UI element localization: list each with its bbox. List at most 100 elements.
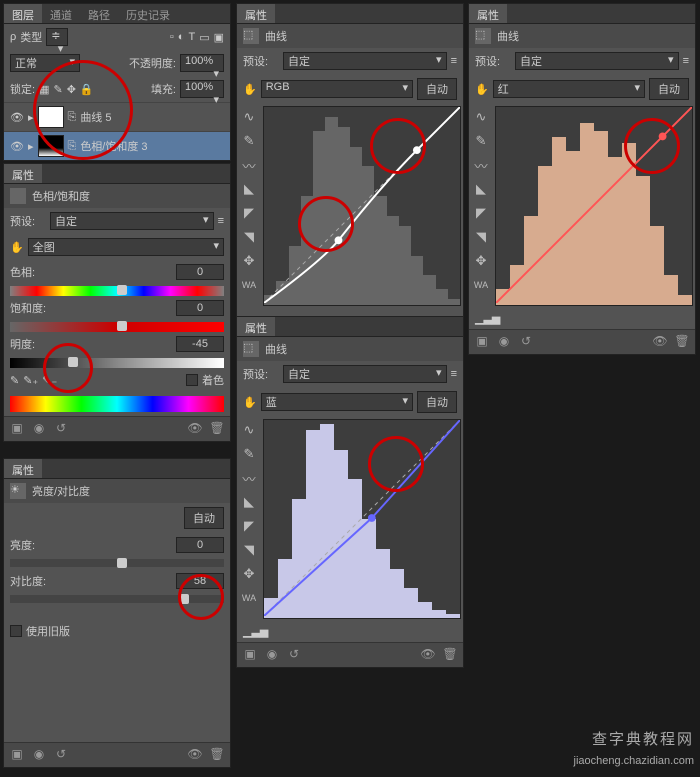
link-icon[interactable]: ⎘ bbox=[68, 111, 77, 124]
auto-button[interactable]: 自动 bbox=[649, 78, 689, 100]
kind-select[interactable]: ≑ bbox=[46, 28, 68, 46]
eyedrop-gray-icon[interactable]: ◤ bbox=[240, 204, 258, 222]
delete-icon[interactable]: 🗑 bbox=[208, 421, 226, 437]
preset-select[interactable]: 自定 bbox=[50, 212, 214, 230]
menu-icon[interactable]: ≡ bbox=[451, 55, 457, 67]
reset-icon[interactable]: ↺ bbox=[517, 334, 535, 350]
layer-curves[interactable]: 👁 ▸ ⎘ 曲线 5 bbox=[4, 102, 230, 131]
tab-paths[interactable]: 路径 bbox=[80, 4, 118, 23]
pencil-tool-icon[interactable]: ✎ bbox=[472, 132, 490, 150]
reset-icon[interactable]: ↺ bbox=[52, 421, 70, 437]
hand-icon[interactable]: ✋ bbox=[243, 396, 257, 409]
sat-slider-thumb[interactable] bbox=[117, 321, 127, 331]
channel-select[interactable]: 蓝 bbox=[261, 393, 413, 411]
tab-layers[interactable]: 图层 bbox=[4, 4, 42, 23]
point-tool-icon[interactable]: ∿ bbox=[240, 108, 258, 126]
pencil-tool-icon[interactable]: ✎ bbox=[240, 445, 258, 463]
prev-icon[interactable]: ◉ bbox=[495, 334, 513, 350]
tab-properties[interactable]: 属性 bbox=[469, 4, 507, 23]
curve-canvas-rgb[interactable] bbox=[263, 106, 461, 306]
link-icon[interactable]: ⎘ bbox=[68, 140, 77, 153]
curve-canvas-blue[interactable] bbox=[263, 419, 461, 619]
wa-icon[interactable]: WA bbox=[240, 276, 258, 294]
lock-all-icon[interactable]: 🔒 bbox=[80, 83, 94, 96]
hand-icon[interactable]: ✋ bbox=[243, 83, 257, 96]
point-tool-icon[interactable]: ∿ bbox=[472, 108, 490, 126]
tab-properties[interactable]: 属性 bbox=[237, 4, 275, 23]
edit-points-icon[interactable]: ✥ bbox=[240, 252, 258, 270]
clip-icon[interactable]: ▣ bbox=[473, 334, 491, 350]
blend-mode-select[interactable]: 正常 bbox=[10, 54, 80, 72]
eyedrop-black-icon[interactable]: ◣ bbox=[240, 180, 258, 198]
auto-button[interactable]: 自动 bbox=[417, 391, 457, 413]
sat-input[interactable] bbox=[176, 300, 224, 316]
prev-icon[interactable]: ◉ bbox=[263, 647, 281, 663]
menu-icon[interactable]: ≡ bbox=[451, 368, 457, 380]
wa-icon[interactable]: WA bbox=[240, 589, 258, 607]
visible-icon[interactable]: 👁 bbox=[186, 421, 204, 437]
delete-icon[interactable]: 🗑 bbox=[441, 647, 459, 663]
filter-shape-icon[interactable]: ▭ bbox=[199, 31, 209, 44]
preset-select[interactable]: 自定 bbox=[515, 52, 679, 70]
preset-select[interactable]: 自定 bbox=[283, 52, 447, 70]
filter-text-icon[interactable]: T bbox=[188, 31, 195, 43]
lock-pos-icon[interactable]: ✥ bbox=[67, 83, 76, 96]
pencil-tool-icon[interactable]: ✎ bbox=[240, 132, 258, 150]
tab-history[interactable]: 历史记录 bbox=[118, 4, 178, 23]
prev-icon[interactable]: ◉ bbox=[30, 421, 48, 437]
eyedropper-icon[interactable]: ✎ bbox=[10, 374, 19, 387]
prev-icon[interactable]: ◉ bbox=[30, 747, 48, 763]
eyedrop-gray-icon[interactable]: ◤ bbox=[472, 204, 490, 222]
smooth-icon[interactable]: 〰 bbox=[472, 156, 490, 174]
preset-select[interactable]: 自定 bbox=[283, 365, 447, 383]
light-slider-thumb[interactable] bbox=[68, 357, 78, 367]
hue-slider-thumb[interactable] bbox=[117, 285, 127, 295]
eyedrop-white-icon[interactable]: ◥ bbox=[240, 228, 258, 246]
channel-select[interactable]: RGB bbox=[261, 80, 413, 98]
colorize-checkbox[interactable] bbox=[186, 374, 198, 386]
edit-points-icon[interactable]: ✥ bbox=[472, 252, 490, 270]
tab-channels[interactable]: 通道 bbox=[42, 4, 80, 23]
curve-canvas-red[interactable] bbox=[495, 106, 693, 306]
hand-icon[interactable]: ✋ bbox=[10, 241, 24, 254]
light-input[interactable] bbox=[176, 336, 224, 352]
lock-trans-icon[interactable]: ▦ bbox=[39, 83, 49, 96]
eyedrop-black-icon[interactable]: ◣ bbox=[472, 180, 490, 198]
filter-img-icon[interactable]: ▫ bbox=[170, 31, 174, 43]
wa-icon[interactable]: WA bbox=[472, 276, 490, 294]
eyedrop-white-icon[interactable]: ◥ bbox=[472, 228, 490, 246]
contrast-thumb[interactable] bbox=[179, 594, 189, 604]
tab-properties[interactable]: 属性 bbox=[4, 164, 42, 183]
fill-select[interactable]: 100% bbox=[180, 80, 224, 98]
visible-icon[interactable]: 👁 bbox=[419, 647, 437, 663]
visible-icon[interactable]: 👁 bbox=[186, 747, 204, 763]
eyedrop-gray-icon[interactable]: ◤ bbox=[240, 517, 258, 535]
contrast-input[interactable] bbox=[176, 573, 224, 589]
auto-button[interactable]: 自动 bbox=[417, 78, 457, 100]
smooth-icon[interactable]: 〰 bbox=[240, 156, 258, 174]
menu-icon[interactable]: ≡ bbox=[683, 55, 689, 67]
layer-hsl[interactable]: 👁 ▸ ⎘ 色相/饱和度 3 bbox=[4, 131, 230, 160]
auto-button[interactable]: 自动 bbox=[184, 507, 224, 529]
visible-icon[interactable]: 👁 bbox=[651, 334, 669, 350]
visibility-icon[interactable]: 👁 bbox=[10, 140, 24, 153]
smooth-icon[interactable]: 〰 bbox=[240, 469, 258, 487]
visibility-icon[interactable]: 👁 bbox=[10, 111, 24, 124]
tab-properties[interactable]: 属性 bbox=[237, 317, 275, 336]
opacity-select[interactable]: 100% bbox=[180, 54, 224, 72]
point-tool-icon[interactable]: ∿ bbox=[240, 421, 258, 439]
layer-mask-thumb[interactable] bbox=[38, 106, 64, 128]
edit-points-icon[interactable]: ✥ bbox=[240, 565, 258, 583]
channel-select[interactable]: 红 bbox=[493, 80, 645, 98]
eyedrop-white-icon[interactable]: ◥ bbox=[240, 541, 258, 559]
eyedrop-black-icon[interactable]: ◣ bbox=[240, 493, 258, 511]
eyedropper-sub-icon[interactable]: ✎₋ bbox=[42, 374, 57, 387]
reset-icon[interactable]: ↺ bbox=[52, 747, 70, 763]
legacy-checkbox[interactable] bbox=[10, 625, 22, 637]
hand-icon[interactable]: ✋ bbox=[475, 83, 489, 96]
clip-icon[interactable]: ▣ bbox=[8, 747, 26, 763]
delete-icon[interactable]: 🗑 bbox=[208, 747, 226, 763]
reset-icon[interactable]: ↺ bbox=[285, 647, 303, 663]
clip-icon[interactable]: ▣ bbox=[241, 647, 259, 663]
layer-mask-thumb[interactable] bbox=[38, 135, 64, 157]
